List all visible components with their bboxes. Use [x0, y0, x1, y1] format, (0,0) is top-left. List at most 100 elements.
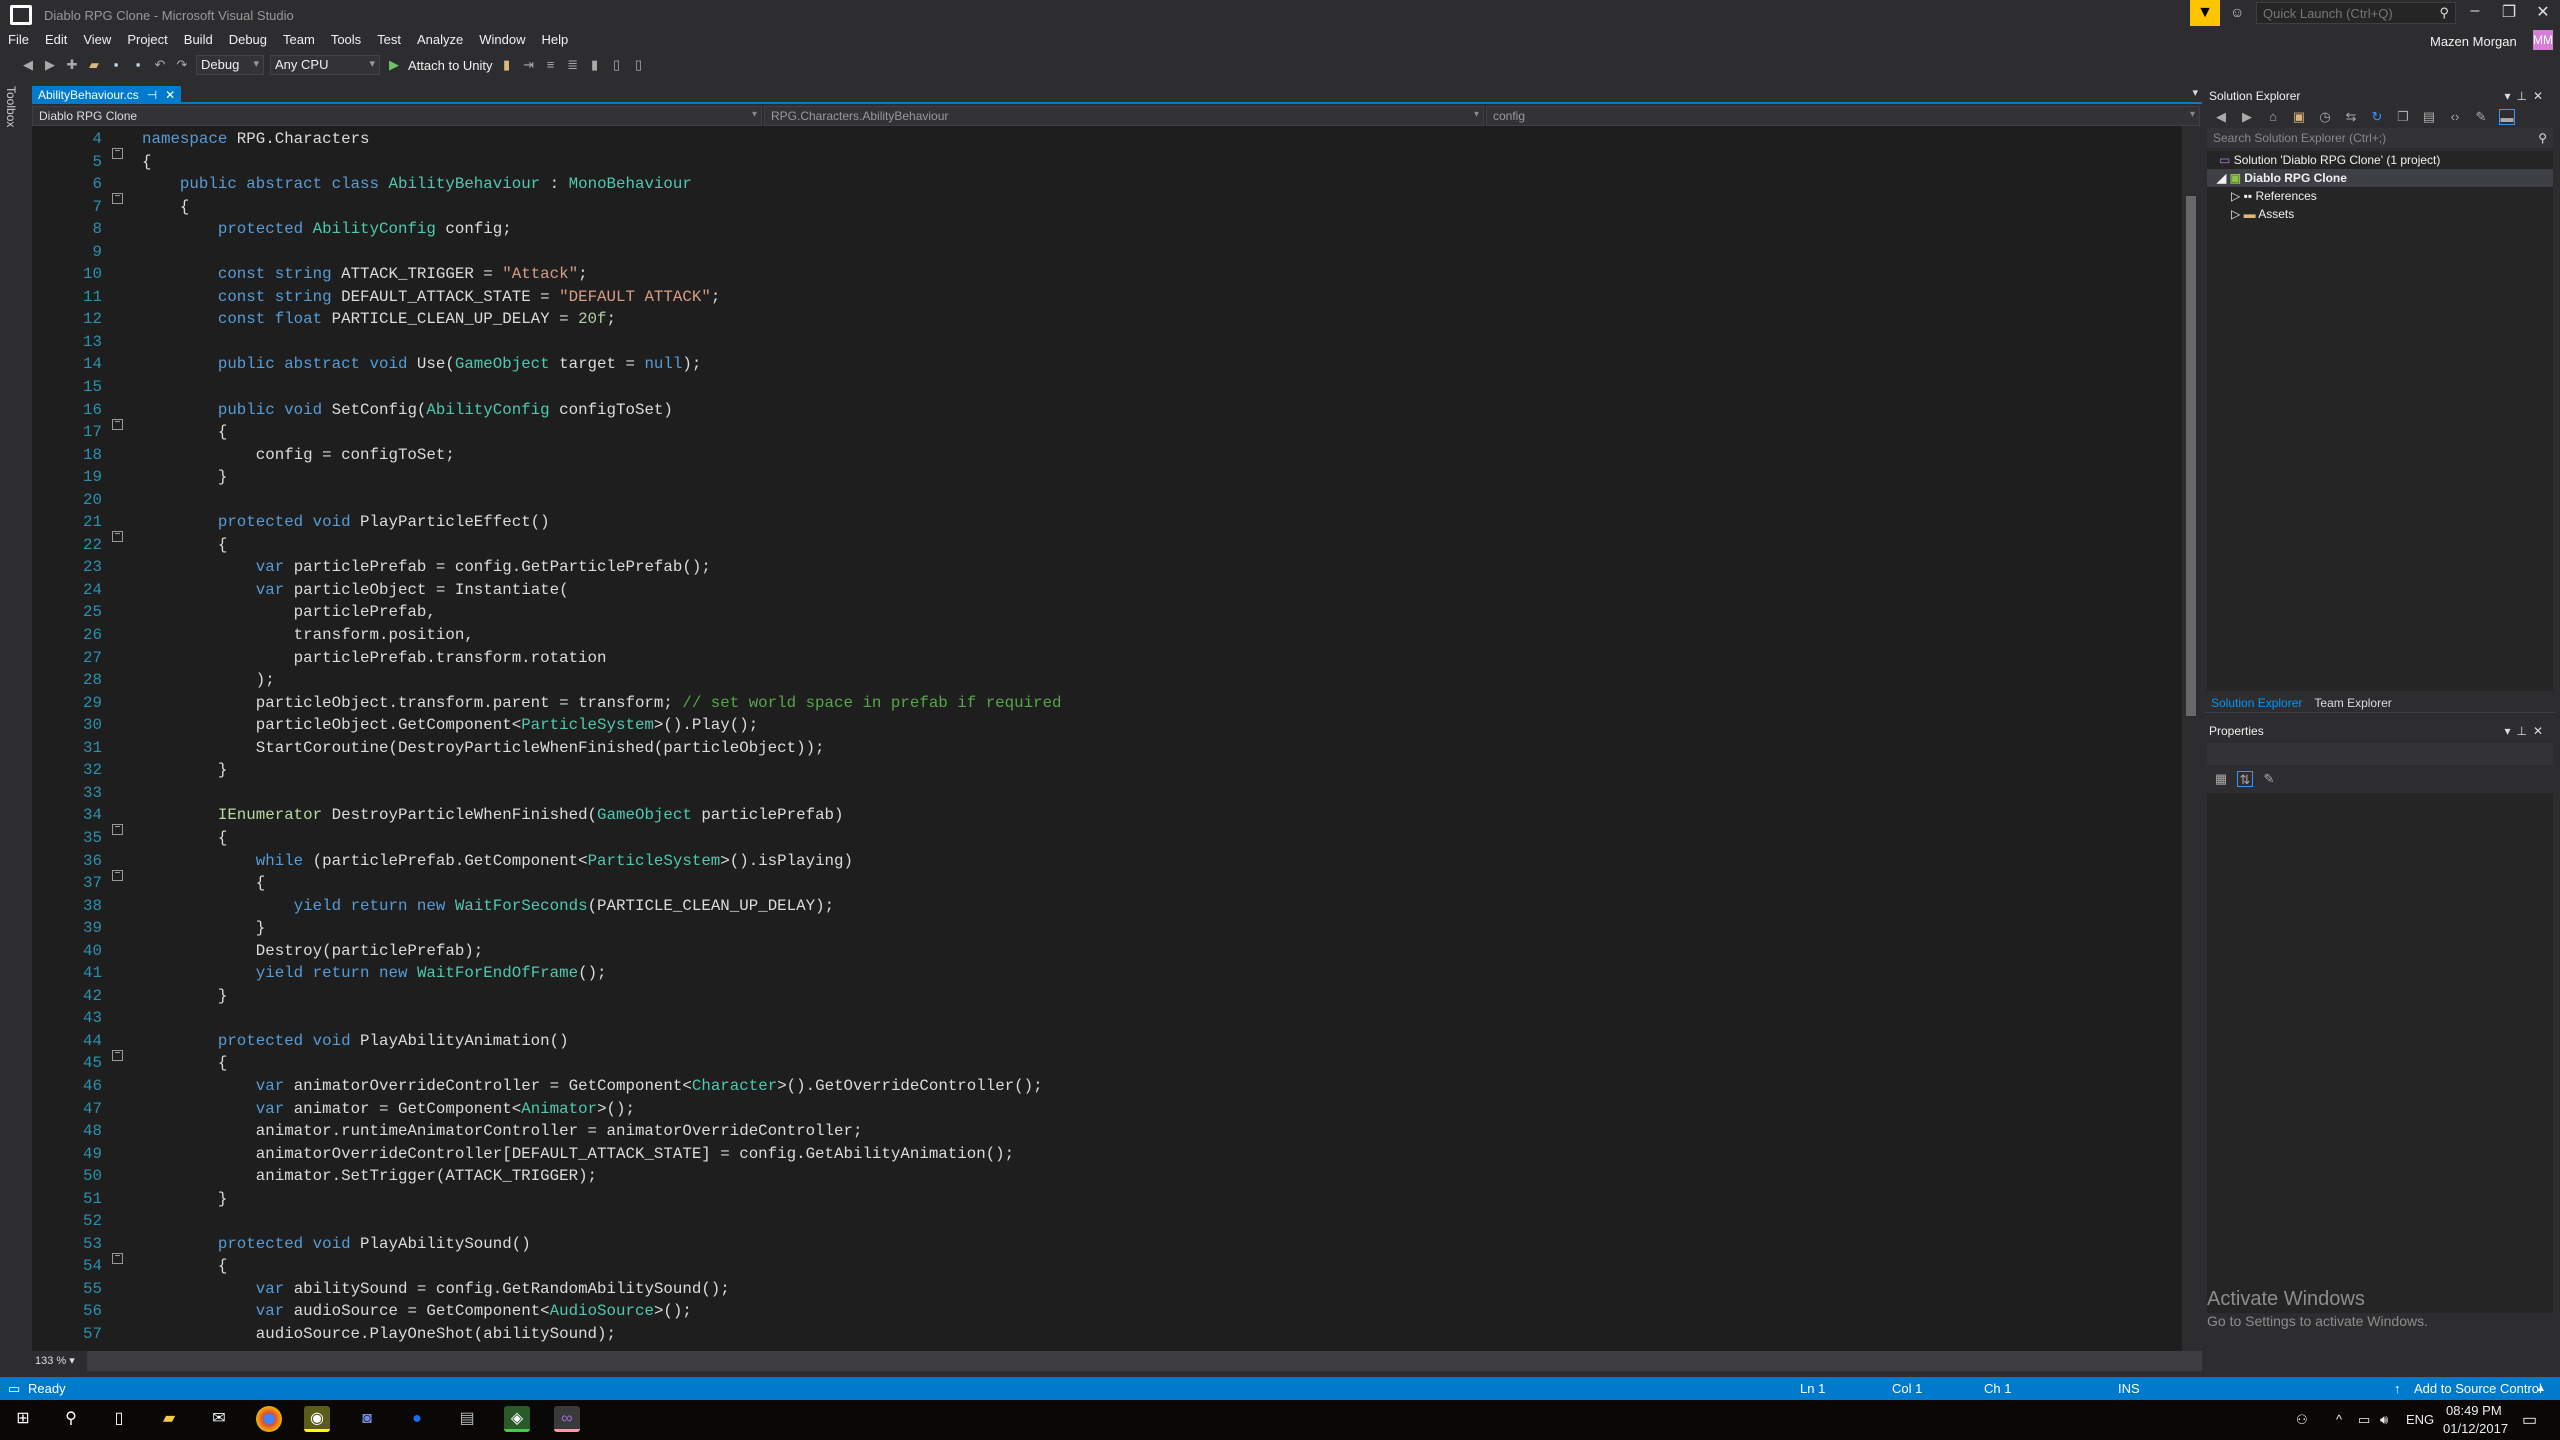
code-line[interactable]: 32 }	[32, 759, 1062, 782]
code-line[interactable]: 26 transform.position,	[32, 624, 1062, 647]
menu-team[interactable]: Team	[275, 32, 323, 52]
code-line[interactable]: 46 var animatorOverrideController = GetC…	[32, 1075, 1062, 1098]
maps-icon[interactable]: ●	[404, 1406, 430, 1432]
step-icon[interactable]: ⇥	[521, 57, 537, 73]
code-line[interactable]: 50 animator.SetTrigger(ATTACK_TRIGGER);	[32, 1165, 1062, 1188]
code-line[interactable]: 4− namespace RPG.Characters	[32, 128, 1062, 159]
code-line[interactable]: 38 yield return new WaitForSeconds(PARTI…	[32, 895, 1062, 918]
type-dropdown[interactable]: RPG.Characters.AbilityBehaviour	[764, 106, 1484, 126]
restore-button[interactable]: ❐	[2494, 2, 2524, 22]
expanded-arrow-icon[interactable]: ◢	[2217, 171, 2226, 185]
quick-launch-input[interactable]: Quick Launch (Ctrl+Q) ⚲	[2256, 2, 2456, 24]
collapsed-arrow-icon[interactable]: ▷	[2231, 189, 2240, 203]
code-line[interactable]: 37 {	[32, 872, 1062, 895]
menu-build[interactable]: Build	[176, 32, 221, 52]
platform-dropdown[interactable]: Any CPU	[270, 55, 380, 75]
minimize-button[interactable]: –	[2460, 2, 2490, 20]
scrollbar-thumb[interactable]	[2186, 196, 2196, 716]
code-line[interactable]: 41 yield return new WaitForEndOfFrame();	[32, 962, 1062, 985]
code-line[interactable]: 42 }	[32, 985, 1062, 1008]
code-line[interactable]: 36− while (particlePrefab.GetComponent<P…	[32, 850, 1062, 881]
code-line[interactable]: 55 var abilitySound = config.GetRandomAb…	[32, 1278, 1062, 1301]
people-icon[interactable]: ⚇	[2296, 1412, 2308, 1428]
monitor-app-icon[interactable]: ▤	[454, 1406, 480, 1432]
visual-studio-icon[interactable]: ∞	[554, 1406, 580, 1432]
clock-date[interactable]: 01/12/2017	[2443, 1421, 2508, 1436]
code-line[interactable]: 15	[32, 376, 1062, 399]
code-line[interactable]: 13	[32, 331, 1062, 354]
search-icon[interactable]: ⚲	[58, 1406, 84, 1432]
code-line[interactable]: 51 }	[32, 1188, 1062, 1211]
menu-help[interactable]: Help	[534, 32, 577, 52]
horizontal-scrollbar[interactable]: 133 % ▾	[32, 1351, 2202, 1371]
code-line[interactable]: 24 var particleObject = Instantiate(	[32, 579, 1062, 602]
member-dropdown[interactable]: config	[1486, 106, 2200, 126]
menu-window[interactable]: Window	[471, 32, 533, 52]
discord-icon[interactable]: ◙	[354, 1406, 380, 1432]
feedback-icon[interactable]: ☺	[2230, 4, 2244, 20]
configuration-dropdown[interactable]: Debug	[196, 55, 264, 75]
code-line[interactable]: 19 }	[32, 466, 1062, 489]
mail-icon[interactable]: ✉	[206, 1406, 232, 1432]
code-line[interactable]: 14 public abstract void Use(GameObject t…	[32, 353, 1062, 376]
property-pages-icon[interactable]: ✎	[2261, 771, 2277, 787]
close-tab-icon[interactable]: ✕	[165, 88, 175, 102]
menu-edit[interactable]: Edit	[37, 32, 75, 52]
code-line[interactable]: 22 {	[32, 534, 1062, 557]
code-line[interactable]: 35 {	[32, 827, 1062, 850]
vertical-scrollbar[interactable]	[2182, 126, 2202, 1351]
code-line[interactable]: 53− protected void PlayAbilitySound()	[32, 1233, 1062, 1264]
play-icon[interactable]: ▶	[386, 57, 402, 73]
uncomment-icon[interactable]: ≣	[565, 57, 581, 73]
redo-icon[interactable]: ↷	[174, 57, 190, 73]
save-icon[interactable]: ▪	[108, 57, 124, 73]
windows-start-icon[interactable]: ⊞	[10, 1406, 36, 1432]
code-line[interactable]: 29 particleObject.transform.parent = tra…	[32, 692, 1062, 715]
new-project-icon[interactable]: ✚	[64, 57, 80, 73]
menu-tools[interactable]: Tools	[323, 32, 369, 52]
code-line[interactable]: 18 config = configToSet;	[32, 444, 1062, 467]
forward-icon[interactable]: ▶	[42, 57, 58, 73]
code-line[interactable]: 45 {	[32, 1052, 1062, 1075]
menu-project[interactable]: Project	[119, 32, 175, 52]
app-icon[interactable]: ◉	[304, 1406, 330, 1432]
code-line[interactable]: 8 protected AbilityConfig config;	[32, 218, 1062, 241]
panel-controls[interactable]: ▾⊥✕	[2504, 724, 2549, 738]
pending-changes-icon[interactable]: ◷	[2317, 109, 2333, 125]
code-line[interactable]: 54 {	[32, 1255, 1062, 1278]
code-editor[interactable]: 4− namespace RPG.Characters 5{6− public ab…	[32, 126, 2182, 1351]
prev-bookmark-icon[interactable]: ▯	[609, 57, 625, 73]
back-icon[interactable]: ◀	[20, 57, 36, 73]
save-all-icon[interactable]: ▪	[130, 57, 146, 73]
menu-test[interactable]: Test	[369, 32, 409, 52]
code-line[interactable]: 6− public abstract class AbilityBehaviou…	[32, 173, 1062, 205]
forward-icon[interactable]: ▶	[2239, 109, 2255, 125]
object-dropdown[interactable]	[2207, 743, 2553, 765]
volume-icon[interactable]: 🔊︎	[2380, 1412, 2388, 1428]
pin-icon[interactable]: ⊣	[147, 88, 157, 102]
close-button[interactable]: ✕	[2528, 2, 2558, 22]
language-indicator[interactable]: ENG	[2406, 1412, 2434, 1427]
tree-item-references[interactable]: ▷ ▪▪ References	[2207, 187, 2553, 205]
notifications-icon[interactable]: ▭	[2522, 1410, 2537, 1430]
tab-solution-explorer[interactable]: Solution Explorer	[2207, 695, 2306, 712]
find-in-files-icon[interactable]: ▮	[499, 57, 515, 73]
chrome-icon[interactable]	[256, 1406, 282, 1432]
network-icon[interactable]: ▭	[2358, 1412, 2370, 1428]
code-line[interactable]: 21− protected void PlayParticleEffect()	[32, 511, 1062, 543]
tab-abilitybehaviour[interactable]: AbilityBehaviour.cs ⊣ ✕	[32, 86, 182, 103]
show-hidden-icons[interactable]: ^	[2336, 1412, 2342, 1427]
code-line[interactable]: 30 particleObject.GetComponent<ParticleS…	[32, 714, 1062, 737]
avatar[interactable]: MM	[2533, 30, 2553, 50]
tab-dropdown-icon[interactable]: ▾	[2192, 86, 2198, 99]
menu-file[interactable]: File	[0, 32, 37, 52]
refresh-icon[interactable]: ↻	[2369, 109, 2385, 125]
bookmark-icon[interactable]: ▮	[587, 57, 603, 73]
project-dropdown[interactable]: Diablo RPG Clone	[32, 106, 762, 126]
comment-icon[interactable]: ≡	[543, 57, 559, 73]
undo-icon[interactable]: ↶	[152, 57, 168, 73]
code-line[interactable]: 48 animator.runtimeAnimatorController = …	[32, 1120, 1062, 1143]
tree-item-solution[interactable]: ▭ Solution 'Diablo RPG Clone' (1 project…	[2207, 151, 2553, 169]
alphabetical-icon[interactable]: ⇅	[2237, 771, 2253, 787]
code-line[interactable]: 40 Destroy(particlePrefab);	[32, 940, 1062, 963]
